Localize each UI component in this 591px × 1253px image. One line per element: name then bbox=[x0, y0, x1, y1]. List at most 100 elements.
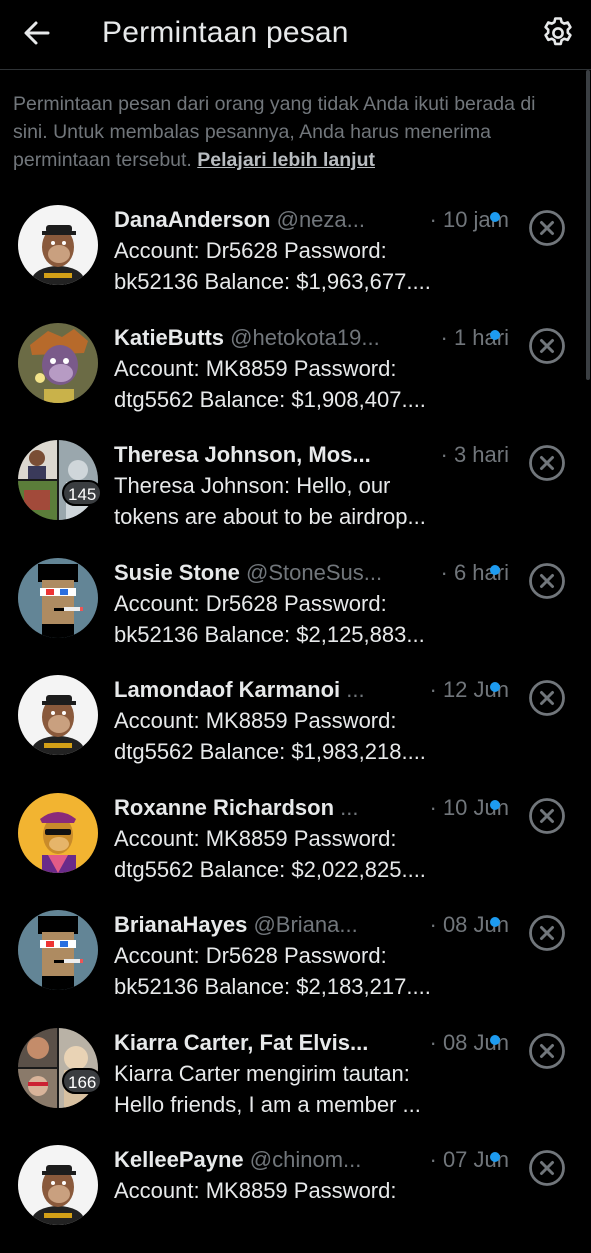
close-circle-icon bbox=[529, 797, 565, 834]
unread-dot bbox=[490, 682, 500, 692]
dismiss-button[interactable] bbox=[528, 327, 566, 365]
request-header: BrianaHayes @Briana... · 08 Jun bbox=[114, 910, 509, 940]
message-line-2: bk52136 Balance: $2,125,883... bbox=[114, 621, 425, 647]
message-line-1: Account: Dr5628 Password: bbox=[114, 590, 387, 616]
message-preview: Account: MK8859 Password: dtg5562 Balance… bbox=[114, 823, 474, 885]
request-row[interactable]: Susie Stone @StoneSus... · 6 hari Account:… bbox=[0, 548, 591, 666]
request-header: KatieButts @hetokota19... · 1 hari bbox=[114, 323, 509, 353]
request-header: Susie Stone @StoneSus... · 6 hari bbox=[114, 558, 509, 588]
dismiss-button[interactable] bbox=[528, 679, 566, 717]
sender-name: Lamondaof Karmanoi bbox=[114, 677, 341, 702]
dismiss-button[interactable] bbox=[528, 1032, 566, 1070]
sender-handle: @StoneSus... bbox=[246, 559, 383, 585]
dismiss-button[interactable] bbox=[528, 209, 566, 247]
request-row[interactable]: DanaAnderson @neza... · 10 jam Account: Dr… bbox=[0, 195, 591, 313]
unread-dot bbox=[490, 1034, 500, 1045]
sender-name: Kiarra Carter, Fat Elvis... bbox=[114, 1029, 369, 1055]
close-circle-icon bbox=[529, 915, 565, 951]
avatar[interactable] bbox=[18, 675, 98, 755]
message-preview: Account: MK8859 Password: bbox=[114, 1175, 474, 1206]
request-row[interactable]: Roxanne Richardson ... · 10 Jun Account: M… bbox=[0, 783, 591, 901]
avatar[interactable] bbox=[18, 910, 98, 990]
request-header: DanaAnderson @neza... · 10 jam bbox=[114, 205, 509, 235]
request-row[interactable]: Lamondaof Karmanoi ... · 12 Jun Account: M… bbox=[0, 665, 591, 783]
sender-name: Susie Stone bbox=[114, 559, 240, 585]
request-header: Roxanne Richardson ... · 10 Jun bbox=[114, 793, 509, 823]
info-text: Permintaan pesan dari orang yang tidak A… bbox=[13, 90, 573, 174]
avatar[interactable] bbox=[18, 1145, 98, 1225]
request-row[interactable]: 166 Kiarra Carter, Fat Elvis... · 08 Jun K… bbox=[0, 1018, 591, 1136]
request-list: DanaAnderson @neza... · 10 jam Account: Dr… bbox=[0, 195, 591, 1253]
message-preview: Account: Dr5628 Password: bk52136 Balance… bbox=[114, 940, 474, 1002]
dismiss-button[interactable] bbox=[528, 444, 566, 482]
participant-count-badge: 166 bbox=[62, 1067, 103, 1094]
sender-handle: ... bbox=[346, 677, 365, 702]
unread-dot bbox=[490, 1152, 500, 1162]
unread-dot bbox=[490, 212, 500, 222]
request-row[interactable]: KatieButts @hetokota19... · 1 hari Account… bbox=[0, 313, 591, 431]
message-line-2: dtg5562 Balance: $1,983,218.... bbox=[114, 739, 426, 764]
sender-handle: ... bbox=[340, 794, 359, 820]
message-line-2: Hello friends, I am a member ... bbox=[114, 1091, 421, 1117]
top-bar: Permintaan pesan bbox=[0, 0, 591, 70]
request-row[interactable]: BrianaHayes @Briana... · 08 Jun Account: D… bbox=[0, 900, 591, 1018]
sender-handle: @neza... bbox=[276, 207, 365, 232]
message-preview: Kiarra Carter mengirim tautan: Hello frie… bbox=[114, 1058, 474, 1120]
avatar[interactable] bbox=[18, 322, 98, 403]
message-line-2: bk52136 Balance: $1,963,677.... bbox=[114, 269, 431, 294]
sender-handle: @hetokota19... bbox=[230, 324, 380, 350]
request-header: Theresa Johnson, Mos... · 3 hari bbox=[114, 440, 509, 470]
back-button[interactable] bbox=[22, 18, 52, 48]
sender-name: BrianaHayes bbox=[114, 912, 248, 937]
request-row[interactable]: KelleePayne @chinom... · 07 Jun Account: M… bbox=[0, 1135, 591, 1253]
message-line-1: Account: Dr5628 Password: bbox=[114, 943, 387, 968]
settings-button[interactable] bbox=[540, 15, 576, 51]
sender-name: Roxanne Richardson bbox=[114, 794, 335, 820]
close-circle-icon bbox=[529, 1150, 565, 1186]
message-preview: Account: Dr5628 Password: bk52136 Balance… bbox=[114, 588, 474, 650]
message-line-2: dtg5562 Balance: $1,908,407.... bbox=[114, 386, 426, 412]
message-line-2: tokens are about to be airdrop... bbox=[114, 504, 426, 529]
avatar[interactable] bbox=[18, 792, 98, 873]
request-row[interactable]: 145 Theresa Johnson, Mos... · 3 hari There… bbox=[0, 430, 591, 548]
message-preview: Theresa Johnson: Hello, our tokens are ab… bbox=[114, 470, 474, 532]
message-line-1: Account: MK8859 Password: bbox=[114, 355, 397, 381]
close-circle-icon bbox=[529, 327, 565, 364]
request-header: KelleePayne @chinom... · 07 Jun bbox=[114, 1145, 509, 1175]
unread-dot bbox=[490, 917, 500, 927]
close-circle-icon bbox=[529, 1032, 565, 1069]
sender-handle: @Briana... bbox=[253, 912, 358, 937]
unread-dot bbox=[490, 329, 500, 340]
unread-dot bbox=[490, 564, 500, 575]
participant-count-badge: 145 bbox=[62, 480, 103, 506]
message-preview: Account: MK8859 Password: dtg5562 Balance… bbox=[114, 705, 474, 767]
sender-name: DanaAnderson bbox=[114, 207, 271, 232]
message-line-1: Kiarra Carter mengirim tautan: bbox=[114, 1060, 410, 1086]
arrow-left-icon bbox=[24, 21, 50, 45]
message-line-2: dtg5562 Balance: $2,022,825.... bbox=[114, 856, 426, 882]
sender-handle: @chinom... bbox=[249, 1147, 362, 1172]
unread-dot bbox=[490, 799, 500, 810]
sender-name: KelleePayne bbox=[114, 1147, 244, 1172]
avatar[interactable] bbox=[18, 205, 98, 285]
message-preview: Account: Dr5628 Password: bk52136 Balance… bbox=[114, 235, 474, 297]
request-header: Lamondaof Karmanoi ... · 12 Jun bbox=[114, 675, 509, 705]
close-circle-icon bbox=[529, 445, 565, 481]
dismiss-button[interactable] bbox=[528, 1149, 566, 1187]
request-header: Kiarra Carter, Fat Elvis... · 08 Jun bbox=[114, 1028, 509, 1058]
sender-name: Theresa Johnson, Mos... bbox=[114, 442, 371, 467]
message-line-2: bk52136 Balance: $2,183,217.... bbox=[114, 974, 431, 999]
message-line-1: Account: Dr5628 Password: bbox=[114, 238, 387, 263]
page-title: Permintaan pesan bbox=[102, 16, 349, 49]
message-preview: Account: MK8859 Password: dtg5562 Balance… bbox=[114, 353, 474, 415]
avatar[interactable] bbox=[18, 557, 98, 638]
dismiss-button[interactable] bbox=[528, 562, 566, 600]
dismiss-button[interactable] bbox=[528, 797, 566, 835]
gear-icon bbox=[544, 17, 572, 46]
timestamp: · 3 hari bbox=[440, 442, 509, 467]
learn-more-link[interactable]: Pelajari lebih lanjut bbox=[197, 149, 375, 171]
dismiss-button[interactable] bbox=[528, 914, 566, 952]
message-line-1: Account: MK8859 Password: bbox=[114, 708, 397, 733]
message-line-1: Account: MK8859 Password: bbox=[114, 825, 397, 851]
close-circle-icon bbox=[529, 210, 565, 246]
